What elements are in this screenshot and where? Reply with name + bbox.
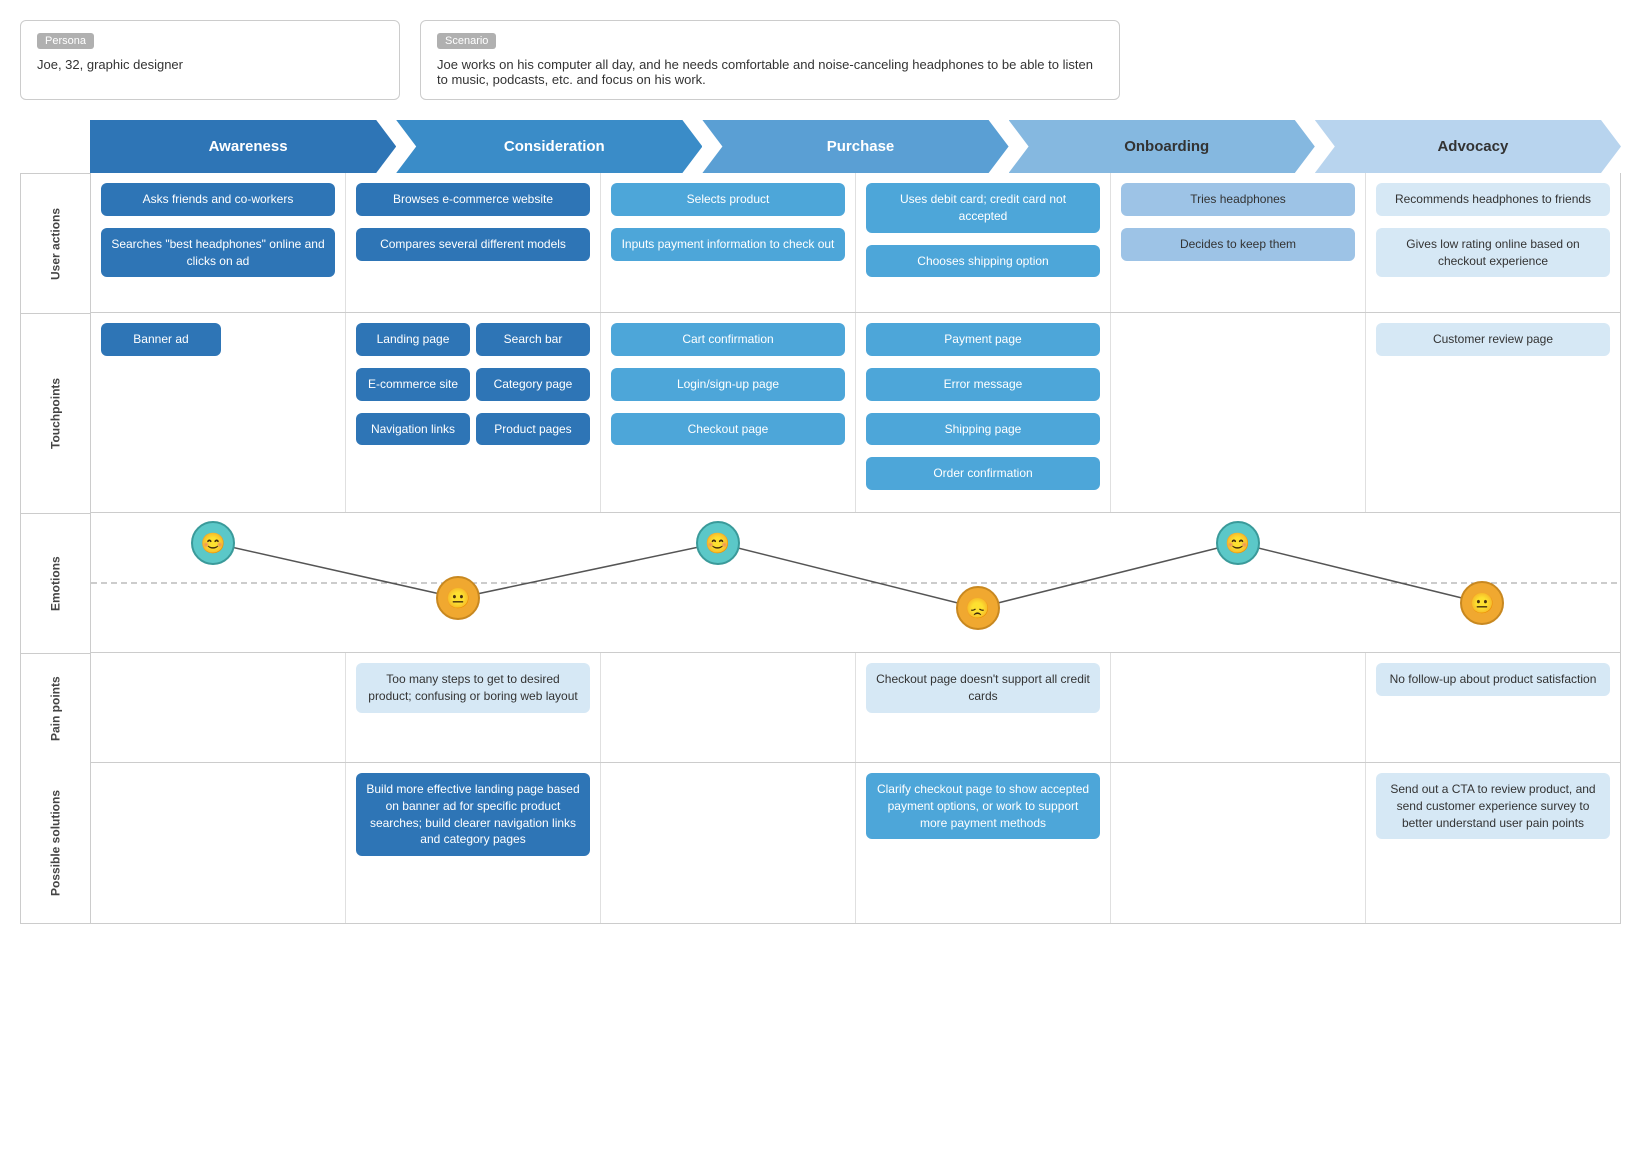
content-area: Asks friends and co-workers Searches "be…: [91, 173, 1620, 923]
sol-consideration: Build more effective landing page based …: [346, 763, 601, 923]
pp-awareness: [91, 653, 346, 762]
pp-card: Too many steps to get to desired product…: [356, 663, 590, 713]
tp-consideration: Landing page Search bar E-commerce site …: [346, 313, 601, 512]
tp-onboarding: Payment page Error message Shipping page…: [856, 313, 1111, 512]
ua-card: Searches "best headphones" online and cl…: [101, 228, 335, 278]
tp-card: Banner ad: [101, 323, 221, 356]
ua-consideration: Browses e-commerce website Compares seve…: [346, 173, 601, 312]
tp-advocacy: Customer review page: [1366, 313, 1620, 512]
stage-awareness: Awareness: [90, 120, 396, 173]
tp-card: E-commerce site: [356, 368, 470, 401]
ua-card: Uses debit card; credit card not accepte…: [866, 183, 1100, 233]
ua-advocacy: Recommends headphones to friends Gives l…: [1366, 173, 1620, 312]
emotions-svg: [91, 513, 1620, 653]
tp-card: Product pages: [476, 413, 590, 446]
tp-purchase: Cart confirmation Login/sign-up page Che…: [601, 313, 856, 512]
pain-points-row: Too many steps to get to desired product…: [91, 653, 1620, 763]
ua-onboarding: Uses debit card; credit card not accepte…: [856, 173, 1111, 312]
persona-box: Persona Joe, 32, graphic designer: [20, 20, 400, 100]
sol-onboarding: Clarify checkout page to show accepted p…: [856, 763, 1111, 923]
ua-card: Chooses shipping option: [866, 245, 1100, 278]
emotions-content: 😊 😐 😊 😞 😊 😐: [91, 513, 1620, 652]
emotion-face-3: 😊: [696, 521, 740, 565]
top-section: Persona Joe, 32, graphic designer Scenar…: [20, 20, 1621, 100]
ua-purchase: Selects product Inputs payment informati…: [601, 173, 856, 312]
emotion-face-1: 😊: [191, 521, 235, 565]
label-emotions: Emotions: [21, 513, 90, 653]
stages-row: Awareness Consideration Purchase Onboard…: [20, 120, 1621, 173]
tp-onboarding2: [1111, 313, 1366, 512]
tp-awareness: Banner ad: [91, 313, 346, 512]
ua-card: Decides to keep them: [1121, 228, 1355, 261]
emotion-face-5: 😊: [1216, 521, 1260, 565]
user-actions-row: Asks friends and co-workers Searches "be…: [91, 173, 1620, 313]
emotion-face-2: 😐: [436, 576, 480, 620]
label-user-actions: User actions: [21, 173, 90, 313]
tp-card: Login/sign-up page: [611, 368, 845, 401]
touchpoints-row: Banner ad Landing page Search bar E-comm…: [91, 313, 1620, 513]
tp-card: Error message: [866, 368, 1100, 401]
pp-purchase: [601, 653, 856, 762]
sol-card: Clarify checkout page to show accepted p…: [866, 773, 1100, 839]
persona-label: Persona: [37, 33, 94, 49]
sol-onboarding2: [1111, 763, 1366, 923]
sol-advocacy: Send out a CTA to review product, and se…: [1366, 763, 1620, 923]
emotions-row: 😊 😐 😊 😞 😊 😐: [91, 513, 1620, 653]
tp-card: Order confirmation: [866, 457, 1100, 490]
ua-card: Asks friends and co-workers: [101, 183, 335, 216]
label-solutions: Possible solutions: [21, 763, 90, 923]
main-grid: User actions Touchpoints Emotions Pain p…: [20, 173, 1621, 924]
tp-card: Cart confirmation: [611, 323, 845, 356]
persona-content: Joe, 32, graphic designer: [37, 57, 383, 72]
ua-onboarding2: Tries headphones Decides to keep them: [1111, 173, 1366, 312]
tp-card: Landing page: [356, 323, 470, 356]
page: Persona Joe, 32, graphic designer Scenar…: [0, 0, 1641, 944]
emotion-face-4: 😞: [956, 586, 1000, 630]
scenario-label: Scenario: [437, 33, 496, 49]
pp-card: Checkout page doesn't support all credit…: [866, 663, 1100, 713]
ua-card: Gives low rating online based on checkou…: [1376, 228, 1610, 278]
stage-advocacy: Advocacy: [1315, 120, 1621, 173]
stage-consideration: Consideration: [396, 120, 702, 173]
solutions-row: Build more effective landing page based …: [91, 763, 1620, 923]
pp-advocacy: No follow-up about product satisfaction: [1366, 653, 1620, 762]
pp-consideration: Too many steps to get to desired product…: [346, 653, 601, 762]
tp-card: Category page: [476, 368, 590, 401]
stage-purchase: Purchase: [702, 120, 1008, 173]
sol-awareness: [91, 763, 346, 923]
sol-purchase: [601, 763, 856, 923]
stage-onboarding: Onboarding: [1009, 120, 1315, 173]
tp-card: Checkout page: [611, 413, 845, 446]
scenario-box: Scenario Joe works on his computer all d…: [420, 20, 1120, 100]
ua-card: Inputs payment information to check out: [611, 228, 845, 261]
pp-card: No follow-up about product satisfaction: [1376, 663, 1610, 696]
label-pain-points: Pain points: [21, 653, 90, 763]
tp-card: Search bar: [476, 323, 590, 356]
scenario-content: Joe works on his computer all day, and h…: [437, 57, 1103, 87]
pp-onboarding: Checkout page doesn't support all credit…: [856, 653, 1111, 762]
tp-card: Shipping page: [866, 413, 1100, 446]
ua-card: Tries headphones: [1121, 183, 1355, 216]
pp-onboarding2: [1111, 653, 1366, 762]
sol-card: Build more effective landing page based …: [356, 773, 590, 856]
sol-card: Send out a CTA to review product, and se…: [1376, 773, 1610, 839]
ua-awareness: Asks friends and co-workers Searches "be…: [91, 173, 346, 312]
ua-card: Selects product: [611, 183, 845, 216]
ua-card: Recommends headphones to friends: [1376, 183, 1610, 216]
label-touchpoints: Touchpoints: [21, 313, 90, 513]
ua-card: Browses e-commerce website: [356, 183, 590, 216]
ua-card: Compares several different models: [356, 228, 590, 261]
tp-card: Customer review page: [1376, 323, 1610, 356]
tp-card: Payment page: [866, 323, 1100, 356]
tp-card: Navigation links: [356, 413, 470, 446]
row-labels-col: User actions Touchpoints Emotions Pain p…: [21, 173, 91, 923]
